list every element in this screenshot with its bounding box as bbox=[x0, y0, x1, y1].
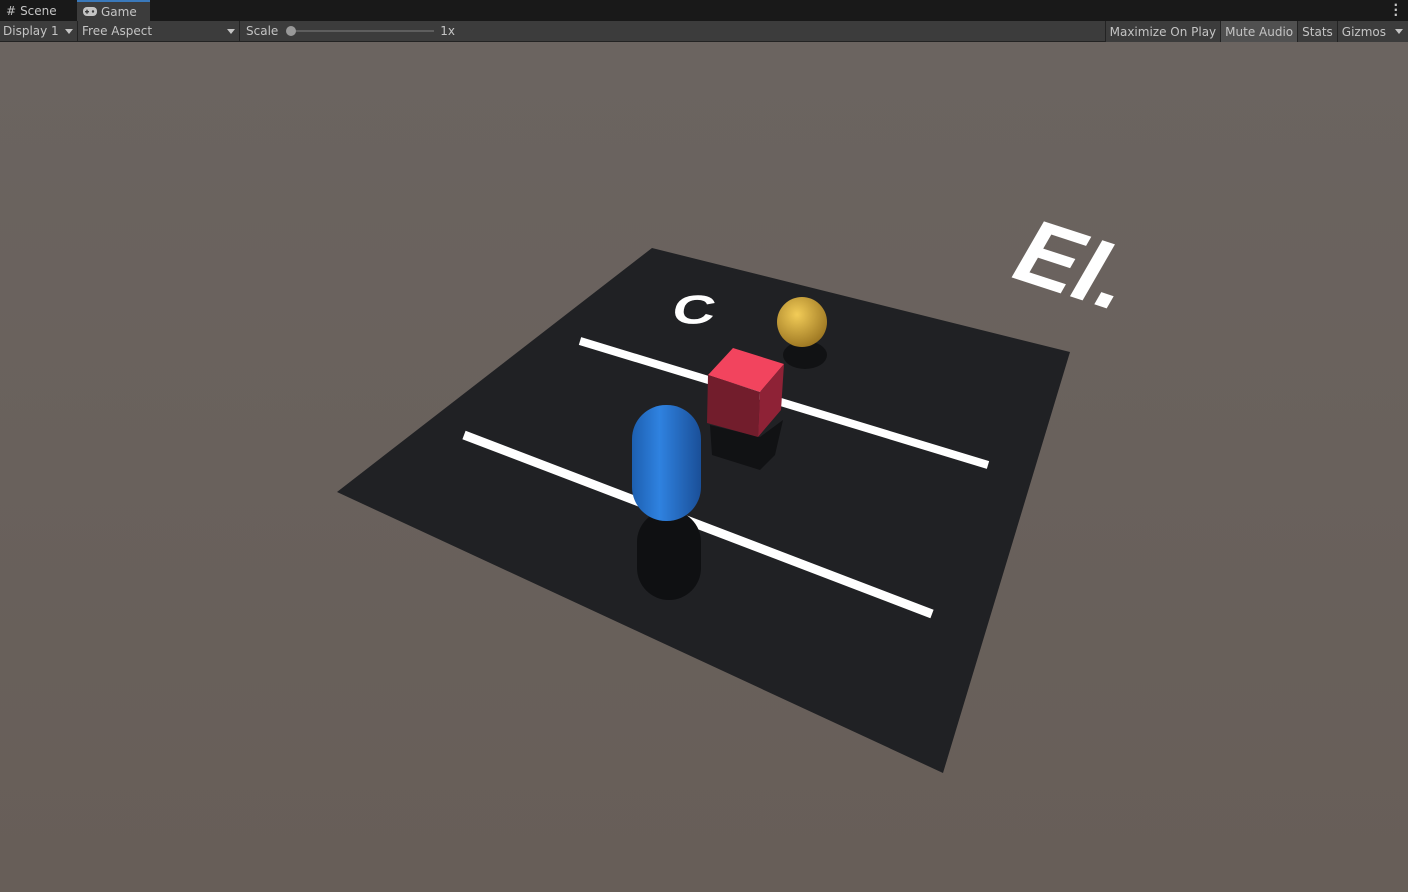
scale-label: Scale bbox=[246, 24, 279, 38]
blue-capsule bbox=[632, 405, 701, 521]
mute-audio-button[interactable]: Mute Audio bbox=[1220, 21, 1298, 42]
gamepad-icon bbox=[83, 7, 97, 16]
slider-knob[interactable] bbox=[286, 26, 297, 36]
yellow-sphere bbox=[777, 297, 827, 347]
display-value: Display 1 bbox=[3, 24, 59, 38]
stats-button[interactable]: Stats bbox=[1297, 21, 1337, 42]
tab-bar: # Scene Game · · · bbox=[0, 0, 1408, 21]
aspect-dropdown[interactable]: Free Aspect bbox=[78, 20, 240, 42]
tab-label: Scene bbox=[20, 3, 57, 18]
scale-value: 1x bbox=[440, 24, 456, 38]
chevron-down-icon[interactable] bbox=[1395, 29, 1403, 34]
gizmos-button[interactable]: Gizmos bbox=[1336, 21, 1408, 42]
more-options-icon[interactable]: · · · bbox=[1393, 0, 1398, 21]
tab-scene[interactable]: # Scene bbox=[0, 0, 77, 21]
aspect-value: Free Aspect bbox=[82, 24, 153, 38]
scale-slider[interactable] bbox=[286, 26, 435, 36]
gizmos-label: Gizmos bbox=[1341, 24, 1386, 39]
grid-icon: # bbox=[6, 3, 17, 18]
capsule-shadow bbox=[637, 510, 701, 600]
tab-game[interactable]: Game bbox=[77, 0, 150, 21]
board-letter-c: C bbox=[669, 287, 720, 332]
scale-control: Scale 1x bbox=[240, 21, 455, 42]
maximize-on-play-button[interactable]: Maximize On Play bbox=[1104, 21, 1221, 42]
chevron-down-icon bbox=[65, 28, 73, 34]
display-dropdown[interactable]: Display 1 bbox=[0, 20, 78, 42]
game-viewport[interactable]: C EI. bbox=[0, 42, 1408, 892]
chevron-down-icon bbox=[227, 28, 235, 34]
tab-label: Game bbox=[101, 4, 137, 19]
game-toolbar: Display 1 Free Aspect Scale 1x Maximize … bbox=[0, 20, 1408, 42]
